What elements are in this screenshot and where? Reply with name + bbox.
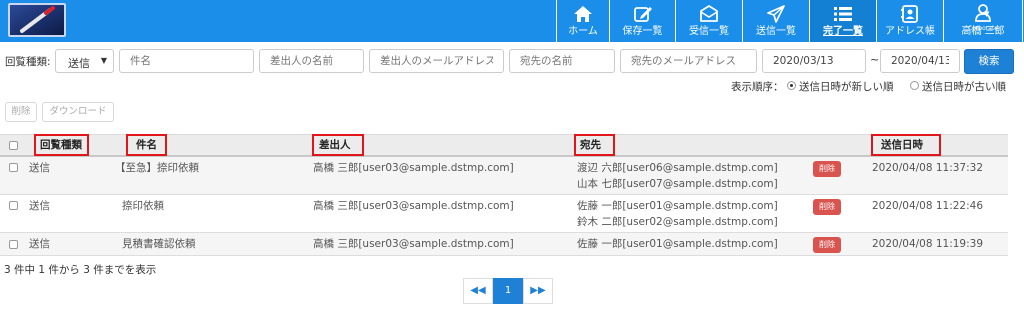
sort-newest-label[interactable]: 送信日時が新しい順: [799, 79, 894, 94]
nav-saved-list[interactable]: 保存一覧: [609, 0, 675, 42]
row-delete-button[interactable]: 削除: [813, 237, 841, 253]
circulation-type-select[interactable]: 送信 ▼: [55, 49, 114, 73]
circulation-type-value: 送信: [68, 57, 90, 70]
result-summary: 3 件中 1 件から 3 件までを表示: [4, 264, 157, 276]
prev-page-button[interactable]: ◀◀: [463, 278, 493, 304]
row-checkbox[interactable]: [9, 163, 18, 172]
circulation-type-label: 回覧種類:: [5, 56, 51, 68]
date-to-input[interactable]: [880, 49, 960, 73]
highlight-box: [312, 134, 364, 156]
row-delete-button[interactable]: 削除: [813, 161, 841, 177]
nav-label: 完了一覧: [823, 26, 863, 37]
date-from-input[interactable]: [762, 49, 866, 73]
list-icon: [833, 3, 853, 25]
nav-sent-list[interactable]: 送信一覧: [742, 0, 809, 42]
top-navigation-bar: ホーム 保存一覧 受信一覧 送信一覧 完了一覧 アドレス帳 ▼ Corporat…: [0, 0, 1024, 42]
highlight-box: [871, 134, 941, 156]
chevron-down-icon: ▼: [984, 10, 990, 18]
table-row[interactable]: 送信 捺印依頼 高橋 三郎[user03@sample.dstmp.com] 佐…: [0, 195, 1008, 233]
recipient-email-input[interactable]: [620, 49, 757, 73]
row-subject[interactable]: 【至急】捺印依頼: [115, 160, 199, 176]
nav-label: 送信一覧: [756, 26, 796, 37]
next-page-button[interactable]: ▶▶: [523, 278, 553, 304]
inbox-icon: [699, 3, 719, 25]
nav-address-book[interactable]: アドレス帳: [876, 0, 943, 42]
nav-completed-list[interactable]: 完了一覧: [809, 0, 876, 42]
row-recipient: 佐藤 一郎[user01@sample.dstmp.com]: [577, 238, 778, 250]
row-delete-button[interactable]: 削除: [813, 199, 841, 215]
highlight-box: [34, 134, 89, 156]
nav-home[interactable]: ホーム: [556, 0, 609, 42]
select-all-checkbox[interactable]: [9, 141, 18, 150]
dropdown-arrow-icon: ▼: [100, 56, 107, 65]
row-recipient: 渡辺 六郎[user06@sample.dstmp.com]: [577, 162, 778, 174]
edit-icon: [633, 3, 653, 25]
nav-label: 保存一覧: [622, 26, 663, 37]
sort-order-label: 表示順序：: [731, 81, 784, 93]
delete-button[interactable]: 削除: [5, 102, 37, 122]
download-button[interactable]: ダウンロード: [42, 102, 114, 122]
home-icon: [573, 3, 593, 25]
table-row[interactable]: 送信 見積書確認依頼 高橋 三郎[user03@sample.dstmp.com…: [0, 233, 1008, 256]
row-sender: 高橋 三郎[user03@sample.dstmp.com]: [313, 162, 514, 174]
address-book-icon: [900, 3, 920, 25]
row-sender: 高橋 三郎[user03@sample.dstmp.com]: [313, 200, 514, 212]
row-type: 送信: [29, 200, 50, 212]
date-separator: ~: [870, 53, 880, 66]
table-row[interactable]: 送信 【至急】捺印依頼 高橋 三郎[user03@sample.dstmp.co…: [0, 157, 1008, 195]
nav-label: アドレス帳: [885, 26, 935, 37]
recipient-name-input[interactable]: [509, 49, 615, 73]
row-checkbox[interactable]: [9, 201, 18, 210]
page-1-button[interactable]: 1: [493, 278, 523, 304]
row-recipient: 鈴木 二郎[user02@sample.dstmp.com]: [577, 216, 778, 228]
search-button[interactable]: 検索: [964, 49, 1014, 74]
highlight-box: [126, 134, 167, 156]
row-checkbox[interactable]: [9, 240, 18, 249]
row-sender: 高橋 三郎[user03@sample.dstmp.com]: [313, 238, 514, 250]
subject-input[interactable]: [119, 49, 254, 73]
send-icon: [766, 3, 786, 25]
row-recipient: 山本 七郎[user07@sample.dstmp.com]: [577, 178, 778, 190]
row-sent-at: 2020/04/08 11:19:39: [872, 238, 984, 250]
sender-name-input[interactable]: [259, 49, 364, 73]
sort-oldest-radio[interactable]: [910, 81, 919, 90]
row-recipient: 佐藤 一郎[user01@sample.dstmp.com]: [577, 200, 778, 212]
sort-oldest-label[interactable]: 送信日時が古い順: [922, 79, 1006, 94]
row-subject[interactable]: 捺印依頼: [122, 198, 164, 214]
row-type: 送信: [29, 238, 50, 250]
nav-label: ホーム: [568, 26, 598, 37]
sender-email-input[interactable]: [369, 49, 504, 73]
highlight-box: [574, 134, 615, 156]
row-sent-at: 2020/04/08 11:37:32: [872, 162, 984, 174]
row-subject[interactable]: 見積書確認依頼: [122, 236, 196, 252]
row-sent-at: 2020/04/08 11:22:46: [872, 200, 984, 212]
nav-label: 受信一覧: [689, 26, 729, 37]
sort-newest-radio[interactable]: [787, 81, 796, 90]
nav-received-list[interactable]: 受信一覧: [675, 0, 742, 42]
user-corporate-label: Corporate: [968, 25, 998, 32]
row-type: 送信: [29, 162, 50, 174]
table-header: 回覧種類 件名 差出人 宛先 送信日時: [0, 134, 1008, 157]
app-logo[interactable]: [8, 3, 66, 37]
user-icon: [973, 2, 993, 24]
nav-user-menu[interactable]: ▼ Corporate 高橋 三郎: [943, 0, 1023, 42]
